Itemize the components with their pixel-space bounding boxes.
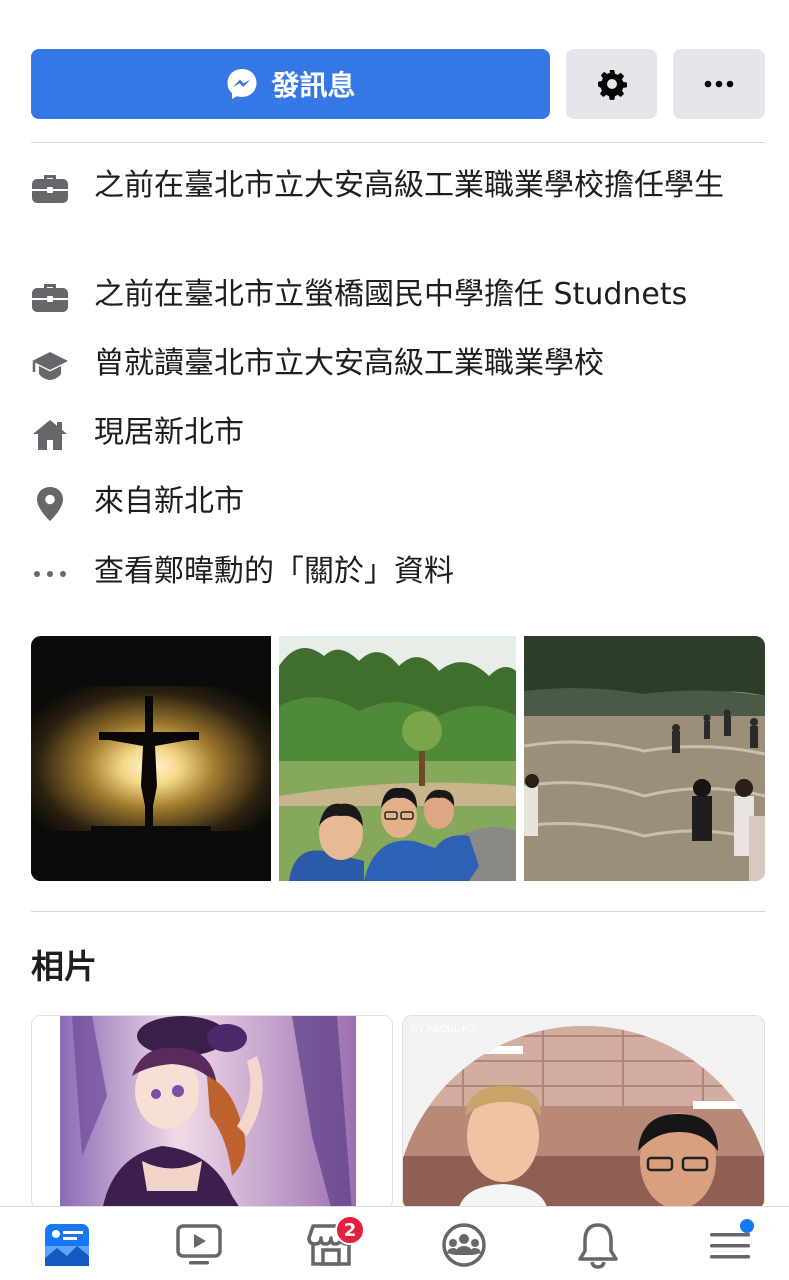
briefcase-icon	[31, 169, 69, 207]
nav-groups-tab[interactable]	[434, 1217, 494, 1273]
notification-badge: 2	[335, 1215, 365, 1245]
menu-indicator-dot	[740, 1219, 754, 1233]
profile-actions: 發訊息	[31, 49, 765, 119]
intro-item-lives-in[interactable]: 現居新北市	[31, 413, 765, 454]
more-options-button[interactable]	[673, 49, 765, 119]
profile-feed-icon	[45, 1224, 89, 1266]
featured-photos	[31, 636, 765, 881]
nav-notifications-tab[interactable]	[568, 1217, 628, 1273]
top-cropped-content	[0, 0, 789, 10]
intro-text: 查看鄭暐勳的「關於」資料	[94, 554, 454, 589]
ellipsis-icon	[31, 555, 69, 593]
photo-card-anime[interactable]	[31, 1015, 393, 1210]
intro-item-hometown[interactable]: 來自新北市	[31, 482, 765, 523]
gear-icon	[597, 70, 627, 100]
intro-text: 來自新北市	[94, 484, 244, 519]
photos-section-title: 相片	[31, 947, 97, 986]
messenger-icon	[227, 69, 257, 99]
bell-icon	[578, 1223, 618, 1269]
photos-grid: BY ABDUL KG	[31, 1015, 765, 1210]
briefcase-icon	[31, 278, 69, 316]
intro-item-education[interactable]: 曾就讀臺北市立大安高級工業職業學校	[31, 344, 765, 385]
nav-profile-tab[interactable]	[37, 1217, 97, 1273]
divider	[31, 142, 765, 143]
nav-menu-tab[interactable]	[700, 1217, 760, 1273]
intro-item-work-1[interactable]: 之前在臺北市立大安高級工業職業學校擔任學生	[31, 166, 765, 207]
featured-photo-students[interactable]	[279, 636, 516, 881]
ellipsis-icon	[704, 80, 734, 88]
video-icon	[176, 1224, 222, 1265]
intro-text: 曾就讀臺北市立大安高級工業職業學校	[94, 346, 604, 381]
intro-item-work-2[interactable]: 之前在臺北市立螢橋國民中學擔任 Studnets	[31, 275, 765, 316]
intro-text: 現居新北市	[94, 415, 244, 450]
home-icon	[31, 416, 69, 454]
featured-photo-river[interactable]	[524, 636, 765, 881]
photo-watermark: BY ABDUL KG	[411, 1024, 477, 1035]
photo-card-people[interactable]: BY ABDUL KG	[402, 1015, 765, 1210]
divider	[31, 911, 765, 912]
nav-watch-tab[interactable]	[169, 1217, 229, 1273]
location-pin-icon	[31, 485, 69, 523]
settings-button[interactable]	[566, 49, 657, 119]
bottom-navigation: 2	[0, 1206, 789, 1280]
send-message-label: 發訊息	[271, 69, 356, 102]
intro-text: 之前在臺北市立大安高級工業職業學校擔任學生	[94, 168, 724, 203]
send-message-button[interactable]: 發訊息	[31, 49, 550, 119]
nav-marketplace-tab[interactable]: 2	[301, 1215, 365, 1273]
intro-text: 之前在臺北市立螢橋國民中學擔任 Studnets	[94, 277, 688, 312]
featured-photo-crucifix[interactable]	[31, 636, 271, 881]
graduation-cap-icon	[31, 347, 69, 385]
groups-icon	[442, 1223, 486, 1267]
see-about-info-link[interactable]: 查看鄭暐勳的「關於」資料	[31, 552, 765, 593]
